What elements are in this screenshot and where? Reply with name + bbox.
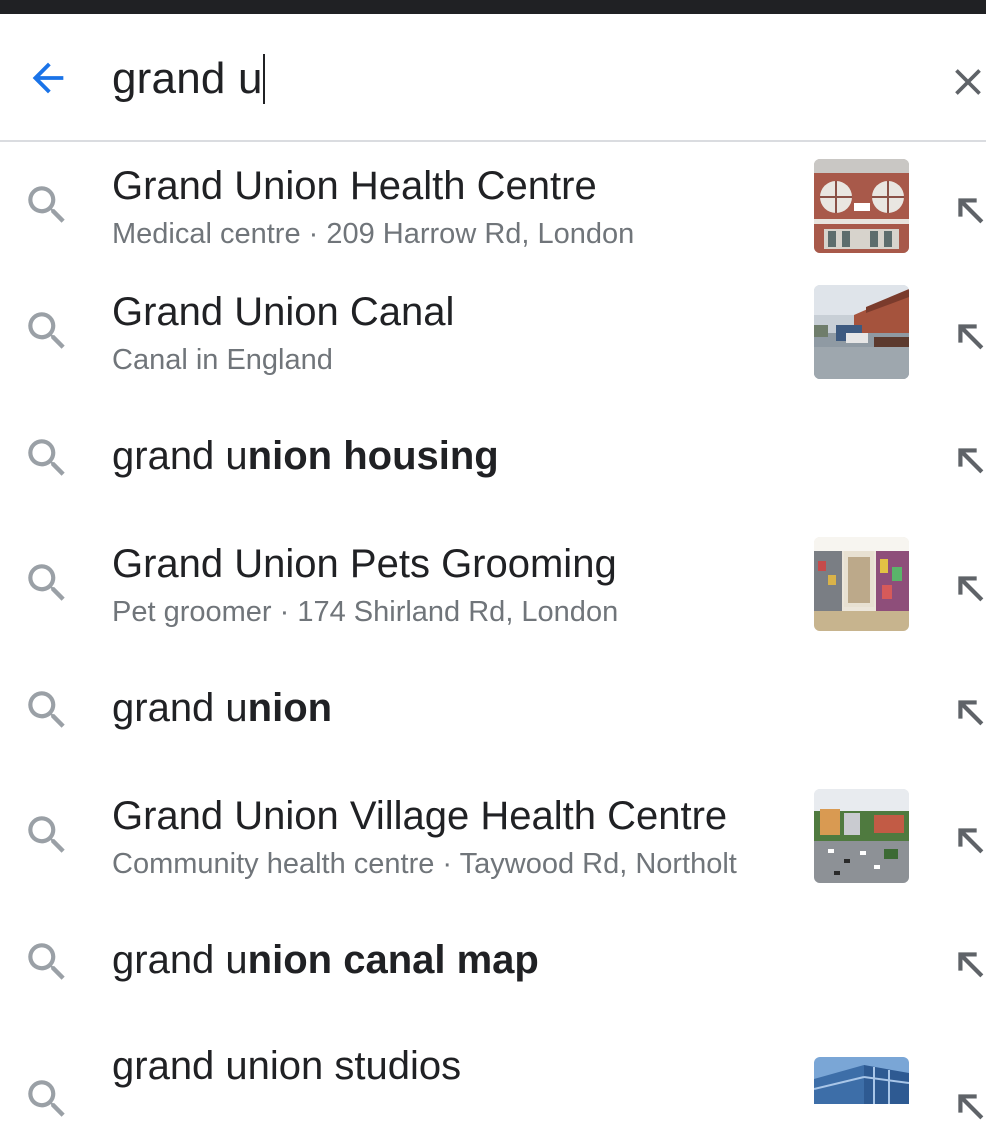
suggestion-title: Grand Union Health Centre <box>112 164 597 208</box>
search-icon <box>28 312 65 349</box>
suggestion-title: Grand Union Village Health Centre <box>112 794 728 838</box>
suggestion-thumbnail <box>814 537 909 631</box>
search-icon <box>28 439 65 476</box>
arrow-up-left-icon[interactable] <box>950 316 986 356</box>
suggestion-title: grand union housing <box>112 434 499 478</box>
arrow-up-left-icon[interactable] <box>950 568 986 608</box>
suggestion-row[interactable]: Grand Union Pets Grooming Pet groomer · … <box>0 520 986 646</box>
suggestion-thumbnail <box>814 789 909 883</box>
back-button[interactable] <box>18 42 78 114</box>
suggestion-row[interactable]: Grand Union Village Health Centre Commun… <box>0 772 986 898</box>
search-icon <box>28 1080 65 1117</box>
arrow-up-left-icon[interactable] <box>950 190 986 230</box>
suggestion-subtitle: Community health centre · Taywood Rd, No… <box>112 848 737 880</box>
suggestion-row[interactable]: Grand Union Health Centre Medical centre… <box>0 142 986 268</box>
suggestion-title: grand union canal map <box>112 938 539 982</box>
suggestion-thumbnail <box>814 159 909 253</box>
search-icon <box>28 943 65 980</box>
suggestion-title: Grand Union Canal <box>112 290 455 334</box>
search-icon <box>28 816 65 853</box>
suggestion-row[interactable]: grand union <box>0 646 986 772</box>
clear-button[interactable] <box>946 52 986 112</box>
search-input[interactable]: grand u <box>112 44 265 114</box>
suggestion-subtitle: Medical centre · 209 Harrow Rd, London <box>112 218 635 250</box>
suggestion-title: Grand Union Pets Grooming <box>112 542 617 586</box>
arrow-up-left-icon[interactable] <box>950 1086 986 1126</box>
arrow-up-left-icon[interactable] <box>950 440 986 480</box>
suggestion-row[interactable]: grand union canal map <box>0 898 986 1024</box>
arrow-up-left-icon[interactable] <box>950 820 986 860</box>
arrow-left-icon <box>32 62 64 94</box>
suggestion-thumbnail <box>814 285 909 379</box>
search-bar: grand u <box>0 14 986 142</box>
suggestion-row[interactable]: grand union housing <box>0 394 986 520</box>
suggestion-title: grand union studios <box>112 1044 462 1088</box>
arrow-up-left-icon[interactable] <box>950 692 986 732</box>
search-icon <box>28 691 65 728</box>
search-icon <box>28 564 65 601</box>
suggestion-title: grand union <box>112 686 333 730</box>
suggestion-subtitle: Pet groomer · 174 Shirland Rd, London <box>112 596 619 628</box>
text-caret <box>262 54 265 104</box>
suggestion-thumbnail <box>814 1057 909 1104</box>
status-bar <box>0 0 986 14</box>
suggestion-row[interactable]: Grand Union Canal Canal in England <box>0 268 986 394</box>
search-query-text: grand u <box>112 54 263 103</box>
close-icon <box>955 69 981 95</box>
search-icon <box>28 186 65 223</box>
suggestion-subtitle: Canal in England <box>112 344 333 376</box>
suggestion-row[interactable]: grand union studios <box>0 1024 986 1120</box>
arrow-up-left-icon[interactable] <box>950 944 986 984</box>
